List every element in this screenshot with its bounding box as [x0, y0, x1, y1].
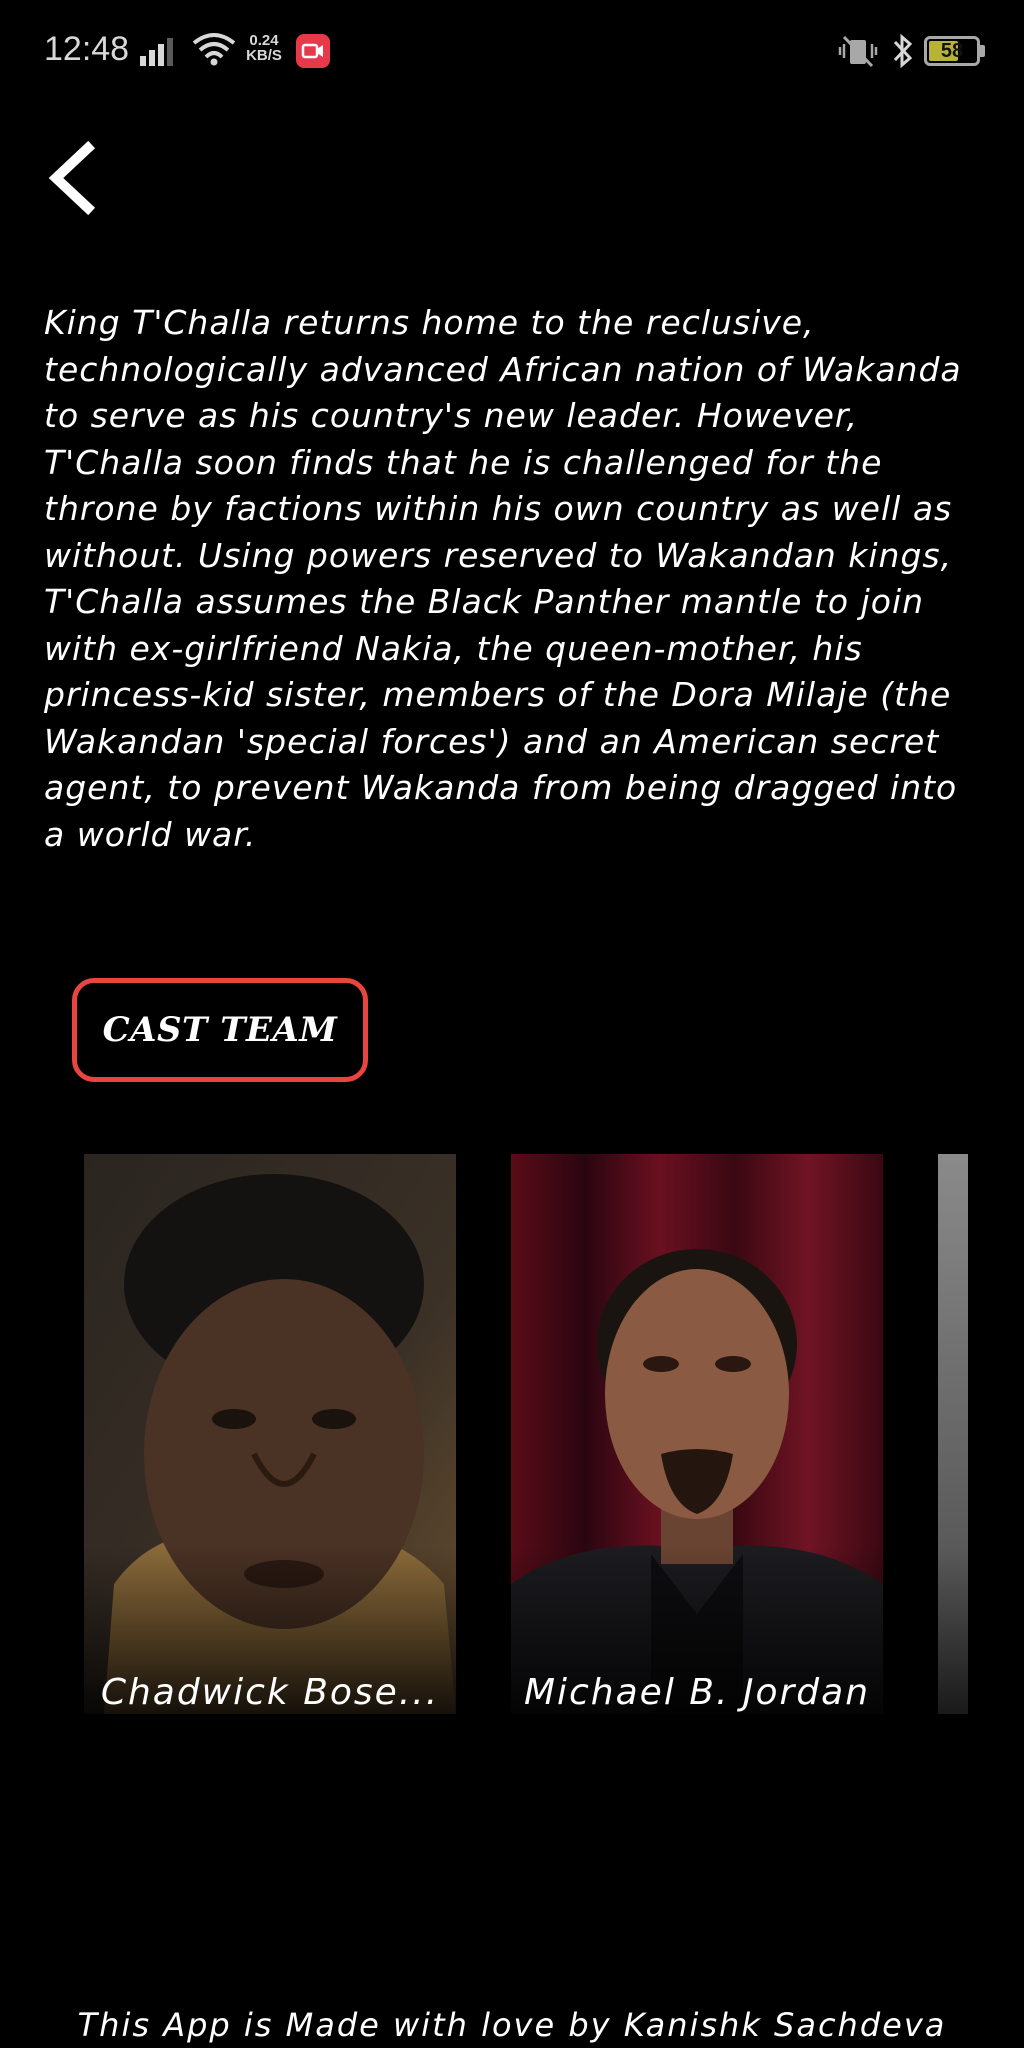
cast-card[interactable]: Michael B. Jordan — [511, 1154, 883, 1734]
cast-card-partial[interactable] — [938, 1154, 968, 1714]
chevron-left-icon — [48, 140, 96, 216]
network-speed-value: 0.24 — [249, 32, 279, 49]
battery-icon: 58 — [924, 36, 980, 66]
battery-nub — [980, 45, 985, 57]
cast-team-button[interactable]: CAST TEAM — [72, 978, 368, 1082]
cast-photo — [84, 1154, 456, 1714]
cast-name: Michael B. Jordan — [523, 1672, 871, 1713]
movie-detail-screen: 12:48 0.24 KB/S 58 King T'Challa returns… — [0, 0, 1024, 2048]
screen-record-icon — [296, 34, 330, 68]
network-speed: 0.24 KB/S — [244, 33, 284, 63]
bluetooth-icon — [893, 33, 913, 69]
wifi-icon — [192, 33, 236, 66]
cast-team-button-label: CAST TEAM — [102, 1010, 338, 1050]
vibrate-mute-icon — [838, 35, 878, 68]
status-time: 12:48 — [44, 30, 130, 68]
movie-description: King T'Challa returns home to the reclus… — [44, 303, 962, 854]
footer-credit: This App is Made with love by Kanishk Sa… — [77, 2006, 947, 2044]
cast-carousel[interactable]: Chadwick Bose... Michael B. Jordan — [84, 1154, 968, 1734]
status-bar: 12:48 0.24 KB/S 58 — [0, 0, 1024, 104]
battery-level: 58 — [940, 40, 964, 62]
signal-icon — [140, 38, 173, 66]
network-speed-unit: KB/S — [246, 47, 282, 64]
cast-name: Chadwick Bose... — [100, 1672, 440, 1713]
cast-photo — [511, 1154, 883, 1714]
cast-card[interactable]: Chadwick Bose... — [84, 1154, 456, 1734]
back-button[interactable] — [40, 138, 110, 218]
